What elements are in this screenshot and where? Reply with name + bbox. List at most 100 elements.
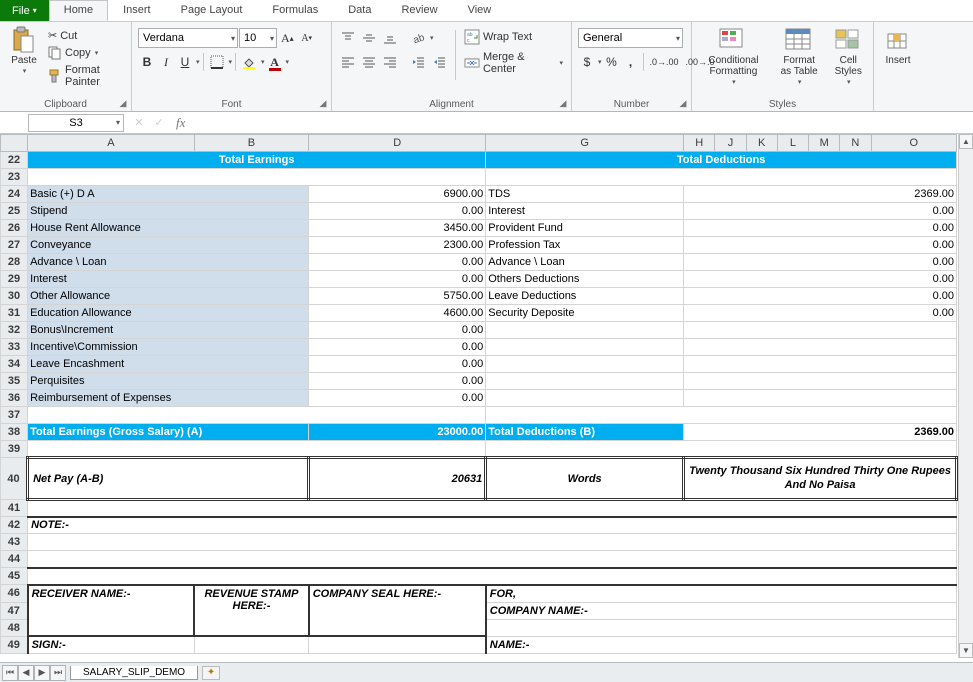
cell[interactable]: [486, 339, 684, 356]
sheet-tab[interactable]: SALARY_SLIP_DEMO: [70, 666, 198, 680]
cell[interactable]: [684, 390, 957, 407]
col-header[interactable]: J: [715, 135, 746, 152]
cell[interactable]: 0.00: [684, 288, 957, 305]
dialog-launcher-icon[interactable]: ◢: [677, 97, 689, 109]
cell[interactable]: RECEIVER NAME:-: [28, 585, 195, 637]
col-header[interactable]: G: [486, 135, 684, 152]
decrease-font-button[interactable]: A▾: [298, 28, 316, 48]
row-header[interactable]: 48: [1, 619, 28, 636]
file-tab[interactable]: File▾: [0, 0, 49, 21]
cell[interactable]: NOTE:-: [28, 517, 957, 534]
cell[interactable]: [28, 169, 486, 186]
paste-button[interactable]: Paste ▾: [6, 24, 42, 77]
align-bottom-button[interactable]: [380, 28, 400, 48]
cell[interactable]: 0.00: [309, 254, 486, 271]
cell[interactable]: 23000.00: [309, 424, 486, 441]
cell[interactable]: Perquisites: [28, 373, 309, 390]
orientation-button[interactable]: ab: [408, 28, 428, 48]
cell[interactable]: 0.00: [684, 271, 957, 288]
insert-cells-button[interactable]: Insert: [880, 24, 916, 68]
row-header[interactable]: 39: [1, 441, 28, 458]
enter-formula-icon[interactable]: ✓: [150, 114, 168, 132]
borders-button[interactable]: [207, 52, 227, 72]
cell[interactable]: [486, 322, 684, 339]
cell[interactable]: 0.00: [309, 322, 486, 339]
font-family-select[interactable]: Verdana▾: [138, 28, 238, 48]
cell[interactable]: Others Deductions: [486, 271, 684, 288]
increase-decimal-button[interactable]: .0→.00: [647, 52, 682, 72]
cell[interactable]: 5750.00: [309, 288, 486, 305]
row-header[interactable]: 27: [1, 237, 28, 254]
conditional-formatting-button[interactable]: Conditional Formatting▾: [698, 24, 769, 88]
cell[interactable]: COMPANY NAME:-: [486, 602, 957, 619]
row-header[interactable]: 24: [1, 186, 28, 203]
dialog-launcher-icon[interactable]: ◢: [557, 97, 569, 109]
row-header[interactable]: 34: [1, 356, 28, 373]
cell[interactable]: [309, 636, 486, 654]
format-painter-button[interactable]: Format Painter: [46, 63, 125, 89]
cell[interactable]: NAME:-: [486, 636, 957, 654]
align-top-button[interactable]: [338, 28, 358, 48]
col-header[interactable]: K: [746, 135, 777, 152]
cell[interactable]: 2300.00: [309, 237, 486, 254]
cell[interactable]: Leave Deductions: [486, 288, 684, 305]
cell[interactable]: 0.00: [309, 339, 486, 356]
cell[interactable]: Words: [486, 458, 684, 500]
tab-page-layout[interactable]: Page Layout: [166, 0, 258, 21]
new-sheet-button[interactable]: ✦: [202, 666, 220, 680]
row-header[interactable]: 35: [1, 373, 28, 390]
format-as-table-button[interactable]: Format as Table▾: [773, 24, 826, 88]
cell[interactable]: 0.00: [309, 356, 486, 373]
cell[interactable]: [486, 390, 684, 407]
cell[interactable]: [684, 373, 957, 390]
dialog-launcher-icon[interactable]: ◢: [317, 97, 329, 109]
scroll-down-icon[interactable]: ▼: [959, 643, 973, 658]
col-header[interactable]: H: [684, 135, 715, 152]
col-header[interactable]: M: [809, 135, 840, 152]
row-header[interactable]: 47: [1, 602, 28, 619]
row-header[interactable]: 30: [1, 288, 28, 305]
cell[interactable]: 3450.00: [309, 220, 486, 237]
row-header[interactable]: 28: [1, 254, 28, 271]
cell[interactable]: Twenty Thousand Six Hundred Thirty One R…: [684, 458, 957, 500]
row-header[interactable]: 37: [1, 407, 28, 424]
cell[interactable]: Other Allowance: [28, 288, 309, 305]
italic-button[interactable]: I: [157, 52, 175, 72]
dialog-launcher-icon[interactable]: ◢: [117, 97, 129, 109]
tab-home[interactable]: Home: [49, 0, 108, 21]
row-header[interactable]: 44: [1, 551, 28, 568]
cancel-formula-icon[interactable]: ✕: [130, 114, 148, 132]
cell[interactable]: Advance \ Loan: [486, 254, 684, 271]
cell[interactable]: Incentive\Commission: [28, 339, 309, 356]
cell[interactable]: [486, 441, 957, 458]
cell[interactable]: Net Pay (A-B): [28, 458, 309, 500]
chevron-down-icon[interactable]: ▾: [598, 58, 602, 66]
name-box[interactable]: S3▾: [28, 114, 124, 132]
align-right-button[interactable]: [380, 52, 400, 72]
cell[interactable]: Advance \ Loan: [28, 254, 309, 271]
col-header[interactable]: O: [871, 135, 956, 152]
cell-styles-button[interactable]: Cell Styles▾: [829, 24, 867, 88]
copy-button[interactable]: Copy▾: [46, 45, 125, 61]
col-header[interactable]: A: [28, 135, 195, 152]
currency-button[interactable]: $: [578, 52, 596, 72]
row-header[interactable]: 25: [1, 203, 28, 220]
col-header[interactable]: L: [777, 135, 808, 152]
row-header[interactable]: 36: [1, 390, 28, 407]
cell[interactable]: [28, 534, 957, 551]
cell[interactable]: [684, 322, 957, 339]
fx-icon[interactable]: fx: [176, 115, 185, 131]
cell[interactable]: [28, 500, 957, 517]
cell[interactable]: 0.00: [309, 271, 486, 288]
cell[interactable]: Total Earnings: [28, 152, 486, 169]
cell[interactable]: 0.00: [684, 254, 957, 271]
cell[interactable]: [486, 356, 684, 373]
row-header[interactable]: 33: [1, 339, 28, 356]
cell[interactable]: [486, 169, 957, 186]
row-header[interactable]: 23: [1, 169, 28, 186]
row-header[interactable]: 22: [1, 152, 28, 169]
tab-insert[interactable]: Insert: [108, 0, 166, 21]
row-header[interactable]: 38: [1, 424, 28, 441]
select-all-corner[interactable]: [1, 135, 28, 152]
row-header[interactable]: 46: [1, 585, 28, 603]
